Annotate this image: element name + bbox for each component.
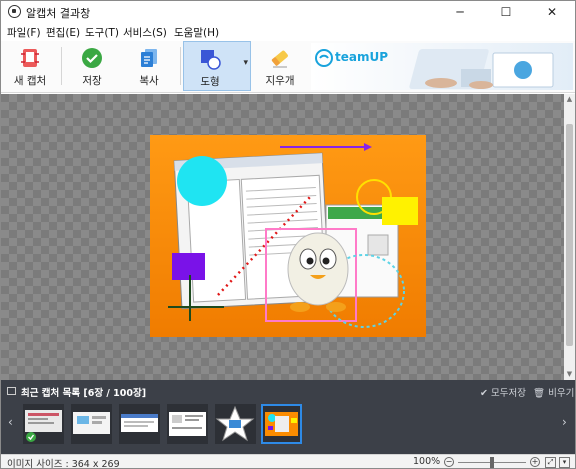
recent-captures-title: 최근 캡처 목록 [6장 / 100장]: [21, 388, 147, 399]
recent-thumbnail[interactable]: [119, 404, 160, 444]
menu-file[interactable]: 파일(F): [7, 25, 41, 40]
zoom-level-text: 100%: [413, 456, 441, 467]
vertical-scrollbar[interactable]: ▲ ▼: [564, 94, 575, 380]
recent-thumbnail[interactable]: [167, 404, 208, 444]
thumbnail-image: [25, 410, 62, 442]
shape-dropdown-arrow[interactable]: ▾: [243, 58, 248, 68]
image-size-text: 이미지 사이즈 : 364 x 269: [7, 459, 120, 469]
scrollbar-thumb[interactable]: [566, 124, 573, 346]
status-bar: 이미지 사이즈 : 364 x 269 100% − + ⤢ ▾: [1, 454, 575, 469]
save-all-label: 모두저장: [490, 388, 526, 399]
shape-label: 도형: [200, 76, 220, 88]
menu-tools[interactable]: 도구(T): [85, 25, 119, 40]
save-button[interactable]: 저장: [65, 41, 119, 91]
new-capture-label: 새 캡처: [13, 75, 47, 87]
thumbnail-image: [121, 414, 158, 432]
captured-image[interactable]: [150, 135, 426, 337]
prev-arrow[interactable]: ‹: [8, 415, 13, 429]
teamup-ad-banner[interactable]: teamUP: [311, 43, 573, 90]
clear-label: 비우기: [548, 388, 575, 399]
shape-button[interactable]: 도형 ▾: [183, 41, 251, 91]
title-bar: 알캡처 결과창 ─ ☐ ✕: [1, 1, 575, 23]
check-icon: ✔: [480, 388, 491, 399]
thumbnail-image: [73, 412, 110, 434]
minimize-button[interactable]: ─: [437, 1, 483, 23]
check-icon: [82, 48, 102, 68]
menu-help[interactable]: 도움말(H): [174, 25, 219, 40]
menu-bar: 파일(F) 편집(E) 도구(T) 서비스(S) 도움말(H): [1, 23, 575, 41]
new-capture-button[interactable]: 새 캡처: [3, 41, 57, 91]
alcapture-app-icon: [8, 5, 21, 18]
copy-icon: [141, 49, 157, 67]
recent-captures-panel: 최근 캡처 목록 [6장 / 100장] ✔ 모두저장 🗑︎ 비우기 ‹ ›: [1, 380, 575, 454]
eraser-icon: [271, 50, 288, 68]
teamup-brand: teamUP: [335, 50, 389, 64]
zoom-menu-icon[interactable]: ▾: [559, 457, 570, 468]
eraser-label: 지우개: [265, 75, 295, 87]
zoom-out-button[interactable]: −: [444, 457, 454, 467]
recent-thumbnail[interactable]: [71, 404, 112, 444]
recent-thumbnail[interactable]: [215, 404, 256, 444]
copy-label: 복사: [139, 75, 159, 87]
close-button[interactable]: ✕: [529, 1, 575, 23]
capture-result-window: 알캡처 결과창 ─ ☐ ✕ 파일(F) 편집(E) 도구(T) 서비스(S) 도…: [0, 0, 576, 469]
clear-button[interactable]: 🗑︎ 비우기: [533, 385, 574, 399]
recent-thumbnail[interactable]: [23, 404, 64, 444]
toolbar-divider: [61, 47, 62, 85]
copy-button[interactable]: 복사: [122, 41, 176, 91]
trash-icon: 🗑︎: [533, 388, 549, 399]
scroll-down-arrow[interactable]: ▼: [565, 370, 574, 379]
fit-to-window-icon[interactable]: ⤢: [545, 457, 556, 468]
scroll-up-arrow[interactable]: ▲: [565, 95, 574, 104]
thumbnail-image: [265, 412, 298, 436]
thumbnail-image: [215, 405, 255, 442]
shape-icon: [201, 50, 221, 70]
zoom-in-button[interactable]: +: [530, 457, 540, 467]
recent-list-icon: [7, 387, 16, 395]
maximize-button[interactable]: ☐: [483, 1, 529, 23]
toolbar-divider: [180, 47, 181, 85]
teamup-logo-icon: [315, 49, 333, 67]
eraser-button[interactable]: 지우개: [253, 41, 307, 91]
next-arrow[interactable]: ›: [562, 415, 567, 429]
save-all-button[interactable]: ✔ 모두저장: [480, 385, 526, 399]
menu-edit[interactable]: 편집(E): [46, 25, 80, 40]
menu-services[interactable]: 서비스(S): [123, 25, 167, 40]
recent-thumbnail-selected[interactable]: [261, 404, 302, 444]
save-label: 저장: [82, 75, 102, 87]
new-capture-icon: [21, 49, 39, 67]
thumbnail-image: [169, 412, 206, 436]
banner-illustration: [409, 49, 554, 89]
window-title: 알캡처 결과창: [26, 7, 91, 20]
toolbar: 새 캡처 저장 복사 도형 ▾ 지우개 teamUP: [1, 41, 575, 93]
zoom-slider-thumb[interactable]: [490, 457, 494, 468]
